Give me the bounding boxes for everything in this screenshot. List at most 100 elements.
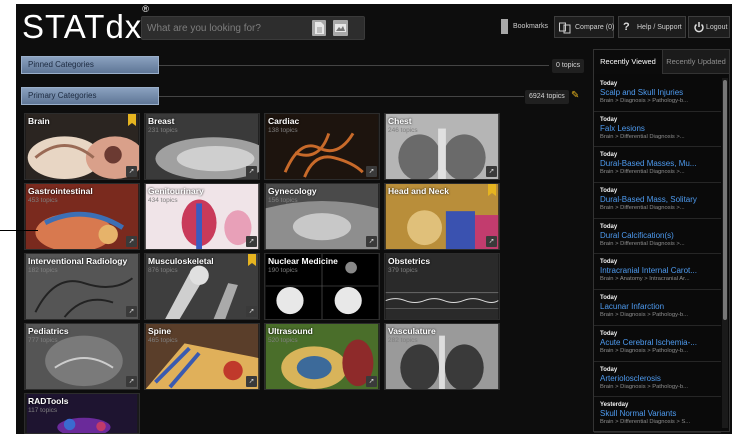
category-tile-pediatrics[interactable]: Pediatrics 777 topics ➚ <box>24 323 140 390</box>
pin-icon[interactable]: ➚ <box>246 376 257 387</box>
list-item[interactable]: Yesterday Skull Normal Variants Brain > Di… <box>594 397 721 433</box>
tile-title: Spine <box>148 326 172 336</box>
bookmarks-button[interactable]: Bookmarks <box>499 16 553 38</box>
tile-title: Gastrointestinal <box>28 186 93 196</box>
item-link[interactable]: Dural-Based Masses, Mu... <box>600 159 721 169</box>
item-date: Today <box>600 152 618 159</box>
item-link[interactable]: Intracranial Internal Carot... <box>600 266 721 276</box>
category-tile-interventional-radiology[interactable]: Interventional Radiology 182 topics ➚ <box>24 253 140 320</box>
pin-icon[interactable]: ✎ <box>571 90 579 101</box>
image-search-icon[interactable] <box>333 20 348 36</box>
tile-topic-count: 379 topics <box>388 267 418 274</box>
item-link[interactable]: Lacunar Infarction <box>600 302 721 312</box>
tile-title: Nuclear Medicine <box>268 256 338 266</box>
logout-button[interactable]: Logout <box>688 16 730 38</box>
pin-icon[interactable]: ➚ <box>126 166 137 177</box>
list-item[interactable]: Today Acute Cerebral Ischemia-... Brain > … <box>594 326 721 362</box>
item-link[interactable]: Arteriolosclerosis <box>600 374 721 384</box>
tab-recently-viewed[interactable]: Recently Viewed <box>594 50 662 74</box>
tile-topic-count: 190 topics <box>268 267 298 274</box>
scrollbar-thumb[interactable] <box>723 80 727 320</box>
pin-icon[interactable]: ➚ <box>366 166 377 177</box>
pin-icon[interactable]: ➚ <box>126 236 137 247</box>
tile-title: RADTools <box>28 396 69 406</box>
tab-recently-updated[interactable]: Recently Updated <box>662 50 729 74</box>
item-date: Today <box>600 188 618 195</box>
pin-icon[interactable]: ➚ <box>366 236 377 247</box>
tile-topic-count: 117 topics <box>28 407 58 414</box>
primary-topic-count: 6924 topics <box>525 90 569 104</box>
list-item[interactable]: Today Lacunar Infarction Brain > Diagnosis… <box>594 290 721 326</box>
item-link[interactable]: Dural Calcification(s) <box>600 231 721 241</box>
pinned-topic-count: 0 topics <box>552 59 585 73</box>
bookmark-icon <box>501 19 508 34</box>
category-tile-ultrasound[interactable]: Ultrasound 520 topics ➚ <box>264 323 380 390</box>
category-tile-gastrointestinal[interactable]: Gastrointestinal 453 topics ➚ <box>24 183 140 250</box>
list-item[interactable]: Today Dural-Based Mass, Solitary Brain > D… <box>594 183 721 219</box>
category-tile-musculoskeletal[interactable]: Musculoskeletal 876 topics ➚ <box>144 253 260 320</box>
item-path: Brain > Differential Diagnosis > S... <box>600 419 691 426</box>
item-date: Today <box>600 330 618 337</box>
document-search-icon[interactable] <box>312 20 326 36</box>
power-icon <box>694 22 704 33</box>
list-item[interactable]: Today Falx Lesions Brain > Differential Di… <box>594 112 721 148</box>
category-tile-cardiac[interactable]: Cardiac 138 topics ➚ <box>264 113 380 180</box>
divider <box>159 65 549 66</box>
item-path: Brain > Diagnosis > Pathology-b... <box>600 383 688 390</box>
recent-panel: Recently Viewed Recently Updated Today Sc… <box>593 49 730 433</box>
category-tile-gynecology[interactable]: Gynecology 156 topics ➚ <box>264 183 380 250</box>
help-icon: ? <box>623 21 630 33</box>
statdx-logo[interactable]: STATdx® <box>22 4 150 46</box>
item-link[interactable]: Acute Cerebral Ischemia-... <box>600 338 721 348</box>
pin-icon[interactable]: ➚ <box>486 166 497 177</box>
tile-title: Head and Neck <box>388 186 449 196</box>
item-link[interactable]: Scalp and Skull Injuries <box>600 88 721 98</box>
help-support-button[interactable]: ? Help / Support <box>618 16 686 38</box>
category-tile-breast[interactable]: Breast 231 topics ➚ <box>144 113 260 180</box>
compare-button[interactable]: Compare (0) <box>554 16 614 38</box>
pin-icon[interactable]: ➚ <box>486 236 497 247</box>
pin-icon[interactable]: ➚ <box>126 376 137 387</box>
category-tile-genitourinary[interactable]: Genitourinary 434 topics ➚ <box>144 183 260 250</box>
item-date: Today <box>600 116 618 123</box>
pin-icon[interactable]: ➚ <box>246 166 257 177</box>
logout-label: Logout <box>706 24 728 31</box>
tile-topic-count: 282 topics <box>388 337 418 344</box>
item-date: Today <box>600 81 618 87</box>
tile-title: Musculoskeletal <box>148 256 214 266</box>
item-date: Today <box>600 223 618 230</box>
panel-scrollbar[interactable] <box>722 78 728 428</box>
item-date: Today <box>600 259 618 266</box>
item-link[interactable]: Skull Normal Variants <box>600 409 721 419</box>
pinned-categories-toggle[interactable]: Pinned Categories <box>21 56 159 74</box>
pin-icon[interactable]: ➚ <box>126 306 137 317</box>
pin-icon[interactable]: ➚ <box>246 306 257 317</box>
pin-icon[interactable]: ➚ <box>246 236 257 247</box>
item-path: Brain > Differential Diagnosis >... <box>600 169 685 176</box>
category-tile-nuclear-medicine[interactable]: Nuclear Medicine 190 topics <box>264 253 380 320</box>
primary-categories-toggle[interactable]: Primary Categories <box>21 87 159 105</box>
category-tile-head-and-neck[interactable]: Head and Neck ➚ <box>384 183 500 250</box>
recent-list: Today Scalp and Skull Injuries Brain > Dia… <box>594 76 721 433</box>
tile-title: Brain <box>28 116 50 126</box>
list-item[interactable]: Today Dural Calcification(s) Brain > Diffe… <box>594 219 721 255</box>
category-tile-vasculature[interactable]: Vasculature 282 topics <box>384 323 500 390</box>
compare-label: Compare (0) <box>575 24 615 31</box>
search-input[interactable] <box>142 17 302 39</box>
list-item[interactable]: Today Scalp and Skull Injuries Brain > Dia… <box>594 76 721 112</box>
category-tile-chest[interactable]: Chest 246 topics ➚ <box>384 113 500 180</box>
item-link[interactable]: Dural-Based Mass, Solitary <box>600 195 721 205</box>
list-item[interactable]: Today Intracranial Internal Carot... Brain… <box>594 254 721 291</box>
category-tile-brain[interactable]: Brain ➚ <box>24 113 140 180</box>
category-tile-obstetrics[interactable]: Obstetrics 379 topics <box>384 253 500 320</box>
tile-topic-count: 156 topics <box>268 197 298 204</box>
tile-topic-count: 520 topics <box>268 337 298 344</box>
item-link[interactable]: Falx Lesions <box>600 124 721 134</box>
list-item[interactable]: Today Dural-Based Masses, Mu... Brain > Di… <box>594 147 721 184</box>
tile-title: Breast <box>148 116 175 126</box>
pin-icon[interactable]: ➚ <box>366 376 377 387</box>
category-tile-radtools[interactable]: RADTools 117 topics <box>24 393 140 434</box>
category-tile-spine[interactable]: Spine 465 topics ➚ <box>144 323 260 390</box>
tile-title: Vasculature <box>388 326 436 336</box>
list-item[interactable]: Today Arteriolosclerosis Brain > Diagnosis… <box>594 362 721 398</box>
